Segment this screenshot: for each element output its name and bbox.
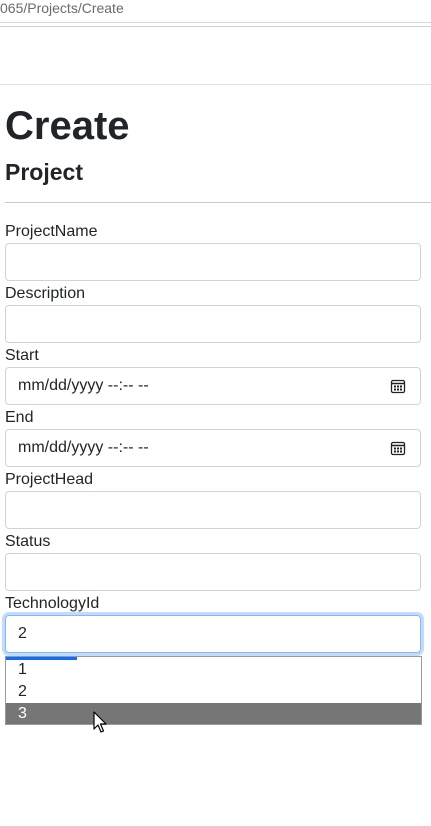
- status-input[interactable]: [5, 553, 421, 591]
- page-title: Create: [5, 104, 130, 148]
- end-value: mm/dd/yyyy --:-- --: [18, 439, 149, 456]
- end-label: End: [5, 409, 34, 426]
- page-subtitle: Project: [5, 159, 83, 185]
- address-url[interactable]: 065/Projects/Create: [0, 0, 124, 17]
- start-datetime-input[interactable]: mm/dd/yyyy --:-- --: [5, 367, 421, 405]
- option-3[interactable]: 3: [6, 703, 421, 724]
- mouse-cursor-icon: [93, 711, 107, 733]
- technology-id-label: TechnologyId: [5, 595, 100, 612]
- project-head-input[interactable]: [5, 491, 421, 529]
- toolbar-divider: [0, 26, 431, 27]
- technology-id-select[interactable]: 2: [5, 615, 421, 653]
- description-label: Description: [5, 285, 86, 302]
- project-name-input[interactable]: [5, 243, 421, 281]
- start-value: mm/dd/yyyy --:-- --: [18, 377, 149, 394]
- option-1[interactable]: 1: [6, 659, 421, 681]
- divider: [5, 202, 431, 203]
- start-label: Start: [5, 347, 39, 364]
- navbar-border: [0, 84, 431, 85]
- option-2[interactable]: 2: [6, 681, 421, 703]
- address-bar[interactable]: 065/Projects/Create: [0, 0, 431, 23]
- status-label: Status: [5, 533, 51, 550]
- calendar-icon[interactable]: [390, 378, 406, 394]
- technology-id-dropdown[interactable]: 1 2 3: [5, 656, 422, 725]
- calendar-icon[interactable]: [390, 440, 406, 456]
- end-datetime-input[interactable]: mm/dd/yyyy --:-- --: [5, 429, 421, 467]
- technology-id-value: 2: [18, 625, 27, 642]
- project-name-label: ProjectName: [5, 223, 98, 240]
- description-input[interactable]: [5, 305, 421, 343]
- project-head-label: ProjectHead: [5, 471, 94, 488]
